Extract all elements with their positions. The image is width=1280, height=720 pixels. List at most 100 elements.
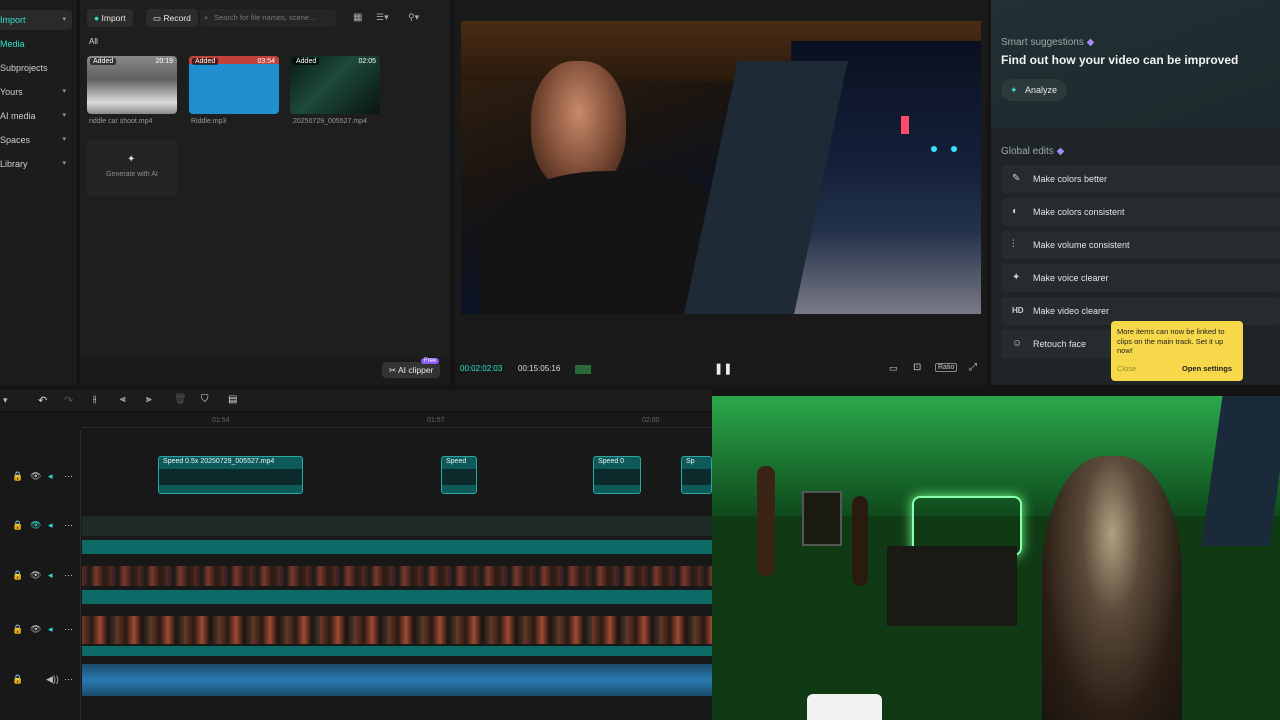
media-file-name: Riddle.mp3 [191,118,227,125]
video-track-main[interactable] [82,566,712,586]
linked-track-bar [82,646,712,656]
redo-icon[interactable]: ↷ [64,394,73,407]
lock-icon[interactable]: 🔒 [12,674,23,685]
current-time: 00:02:02:03 [460,364,503,373]
cup [807,694,882,720]
sparkle-icon: ✦ [127,154,136,165]
nav-item-spaces[interactable]: Spaces ▾ [0,130,72,150]
media-thumb-2[interactable]: Added 03:54 [189,56,279,114]
audio-icon[interactable]: ◂ [48,570,53,581]
record-button[interactable]: ▭ Record [146,9,198,27]
analyze-button[interactable]: ✦ Analyze [1001,79,1067,101]
media-thumb-3[interactable]: Added 02:05 [290,56,380,114]
color-icon: ◐ [1012,206,1019,217]
nav-item-subprojects[interactable]: Subprojects [0,58,72,78]
edit-make-voice-clearer[interactable]: ✦ Make voice clearer [1001,264,1280,292]
speaker-icon[interactable]: ◀)) [46,674,59,685]
pause-icon[interactable]: ❚❚ [714,362,732,375]
media-panel: ● Import ▭ Record ⌕ Search for file names… [80,0,450,385]
eye-icon[interactable]: 👁 [30,471,41,482]
subtitle-icon[interactable]: ▭ [889,363,898,374]
filter-all[interactable]: All [89,37,98,46]
voice-icon: ✦ [1012,272,1021,283]
guitar [757,466,775,576]
edit-make-colors-consistent[interactable]: ◐ Make colors consistent [1001,198,1280,226]
suggestions-title: Find out how your video can be improved [1001,53,1239,67]
audio-meter-icon [575,365,591,374]
presenter [1042,456,1182,720]
undo-icon[interactable]: ↶ [38,394,47,407]
tooltip-close-button[interactable]: Close [1117,364,1136,373]
lock-icon[interactable]: 🔒 [12,471,23,482]
audio-icon[interactable]: ◂ [48,471,53,482]
chevron-down-icon: ▾ [62,160,66,167]
more-icon[interactable]: ⋯ [64,520,73,531]
clip-thumbnail-strip [682,469,711,485]
video-track-secondary[interactable] [82,616,712,644]
lock-icon[interactable]: 🔒 [12,520,23,531]
nav-item-ai-media[interactable]: AI media ▾ [0,106,72,126]
nav-item-library[interactable]: Library ▾ [0,154,72,174]
fullscreen-icon[interactable]: ⤢ [969,362,977,373]
traffic-light [901,116,909,134]
guitar [852,496,868,586]
more-icon[interactable]: ⋯ [64,624,73,635]
search-input[interactable]: ⌕ Search for file names, scene... [200,9,336,27]
timeline-clip[interactable]: Sp [681,456,712,494]
timeline-clip[interactable]: Speed 0.5x 20250729_005527.mp4 [158,456,303,494]
caption-icon[interactable]: ▤ [228,394,237,405]
edit-make-volume-consistent[interactable]: ⫶ Make volume consistent [1001,231,1280,259]
eye-icon[interactable]: 👁 [30,624,41,635]
clip-thumbnail-strip [159,469,302,485]
overlay-track[interactable] [82,516,712,536]
nav-item-import[interactable]: Import ▾ [0,10,72,30]
split-icon[interactable]: ⫲ [93,394,96,405]
more-icon[interactable]: ⋯ [64,570,73,581]
audio-track[interactable] [82,664,712,696]
grid-view-icon[interactable]: ▦ [353,12,362,23]
clip-thumbnail-strip [594,469,640,485]
media-thumb-1[interactable]: Added 20:19 [87,56,177,114]
shield-icon[interactable]: ⛉ [201,394,209,405]
import-button[interactable]: ● Import [87,9,133,27]
eye-icon[interactable]: 👁 [30,570,41,581]
cursor-icon[interactable]: ▾ [3,395,8,406]
sort-icon[interactable]: ☰▾ [376,12,389,23]
linked-track-bar [82,540,712,554]
audio-icon[interactable]: ◂ [48,520,53,531]
ratio-button[interactable]: Ratio [935,363,958,372]
wall-frame [802,491,842,546]
ai-clipper-button[interactable]: ✂ AI clipper [382,362,441,378]
media-file-name: 20250729_005527.mp4 [293,118,367,125]
eye-icon[interactable]: 👁 [30,520,41,531]
more-icon[interactable]: ⋯ [64,471,73,482]
more-icon[interactable]: ⋯ [64,674,73,685]
filter-icon[interactable]: ⚲▾ [408,12,419,23]
video-preview[interactable] [461,21,981,314]
sparkle-icon: ✦ [1010,85,1018,95]
delete-icon[interactable]: 🗑 [174,394,187,405]
chevron-down-icon: ▾ [62,16,66,23]
timeline-ruler: 01:54 01:57 02:00 [82,414,712,428]
lock-icon[interactable]: 🔒 [12,624,23,635]
audio-icon[interactable]: ◂ [48,624,53,635]
tooltip-open-settings-button[interactable]: Open settings [1182,364,1232,373]
nav-item-media[interactable]: Media [0,34,72,54]
edit-retouch-face[interactable]: ☺ Retouch face [1001,330,1111,358]
trim-left-icon[interactable]: ⫷ [120,394,126,405]
timeline-panel: ▾ ↶ ↷ ⫲ ⫷ ⫸ 🗑 ⛉ ▤ 01:54 01:57 02:00 🔒 👁 ◂ ⋯… [0,390,712,720]
timeline-clip[interactable]: Speed 0 [593,456,641,494]
timeline-clip[interactable]: Speed [441,456,477,494]
webcam-overlay [712,396,1280,720]
import-icon: ● [94,13,102,23]
street-light [951,146,957,152]
nav-item-yours[interactable]: Yours ▾ [0,82,72,102]
screenshot-icon[interactable]: ⊡ [913,362,921,373]
generate-with-ai-button[interactable]: ✦ Generate with AI [87,140,177,196]
diamond-icon: ◆ [1086,37,1095,48]
lock-icon[interactable]: 🔒 [12,570,23,581]
total-time: 00:15:05:16 [518,364,561,373]
edit-make-colors-better[interactable]: ✎ Make colors better [1001,165,1280,193]
trim-right-icon[interactable]: ⫸ [146,394,152,405]
tooltip-text: More items can now be linked to clips on… [1117,327,1225,355]
